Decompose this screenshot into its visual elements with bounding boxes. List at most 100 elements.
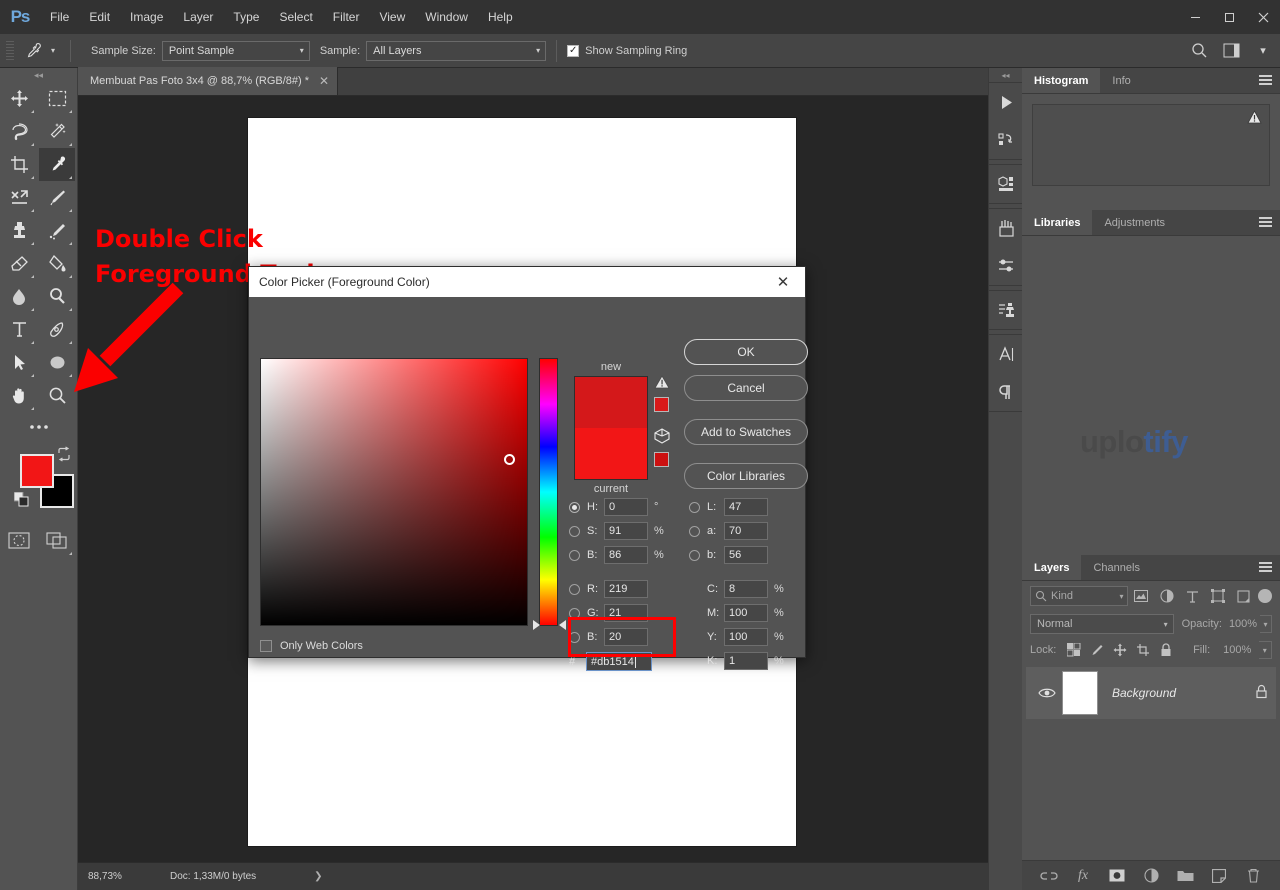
new-group-icon[interactable] xyxy=(1176,867,1194,885)
pen-tool[interactable] xyxy=(39,313,75,346)
adjustment-layer-icon[interactable] xyxy=(1142,867,1160,885)
status-expand-icon[interactable]: ❯ xyxy=(314,871,322,882)
hue-slider-handle-right[interactable] xyxy=(559,620,566,630)
green-input[interactable]: 21 xyxy=(604,604,648,622)
blue-radio[interactable] xyxy=(569,631,580,643)
panel-menu-icon[interactable] xyxy=(1259,217,1272,228)
quick-mask-icon[interactable] xyxy=(1,524,37,557)
current-color-swatch[interactable] xyxy=(574,428,648,480)
3d-icon[interactable] xyxy=(989,165,1023,203)
menu-view[interactable]: View xyxy=(369,0,415,34)
ellipse-shape-tool[interactable] xyxy=(39,346,75,379)
zoom-level-field[interactable]: 88,73% xyxy=(84,867,136,886)
tab-histogram[interactable]: Histogram xyxy=(1022,68,1101,93)
lab-a-radio[interactable] xyxy=(689,525,700,537)
saturation-radio[interactable] xyxy=(569,525,580,537)
document-close-icon[interactable]: ✕ xyxy=(319,75,329,87)
shape-filter-icon[interactable] xyxy=(1205,585,1231,607)
blur-tool[interactable] xyxy=(1,280,37,313)
lab-a-input[interactable]: 70 xyxy=(724,522,768,540)
sample-size-select[interactable]: Point Sample ▾ xyxy=(161,40,310,61)
adjustment-filter-icon[interactable] xyxy=(1154,585,1180,607)
add-to-swatches-button[interactable]: Add to Swatches xyxy=(684,419,808,445)
minimize-icon[interactable] xyxy=(1178,0,1212,34)
lab-b-input[interactable]: 56 xyxy=(724,546,768,564)
magic-wand-tool[interactable] xyxy=(39,115,75,148)
filter-toggle-switch[interactable] xyxy=(1258,589,1273,603)
options-bar-grip[interactable] xyxy=(6,40,14,61)
brightness-radio[interactable] xyxy=(569,549,580,561)
menu-filter[interactable]: Filter xyxy=(323,0,370,34)
blue-input[interactable]: 20 xyxy=(604,628,648,646)
delete-layer-icon[interactable] xyxy=(1244,867,1262,885)
move-tool[interactable] xyxy=(1,82,37,115)
magenta-input[interactable]: 100 xyxy=(724,604,768,622)
menu-type[interactable]: Type xyxy=(223,0,269,34)
swap-colors-icon[interactable] xyxy=(56,446,72,462)
fill-value[interactable]: 100% xyxy=(1220,641,1258,659)
tool-preset-chevron-icon[interactable]: ▾ xyxy=(46,39,60,63)
lock-transparent-icon[interactable] xyxy=(1062,639,1085,661)
history-icon[interactable] xyxy=(989,121,1023,159)
lock-position-icon[interactable] xyxy=(1108,639,1131,661)
tab-layers[interactable]: Layers xyxy=(1022,555,1082,580)
clone-source-icon[interactable] xyxy=(989,291,1023,329)
saturation-brightness-field[interactable] xyxy=(260,358,528,626)
edit-toolbar-button[interactable] xyxy=(2,412,76,442)
out-of-gamut-warning-icon[interactable] xyxy=(654,375,674,392)
lock-image-icon[interactable] xyxy=(1085,639,1108,661)
lasso-tool[interactable] xyxy=(1,115,37,148)
rectangular-marquee-tool[interactable] xyxy=(39,82,75,115)
layer-name[interactable]: Background xyxy=(1112,686,1255,700)
fill-stepper-icon[interactable]: ▾ xyxy=(1258,641,1272,659)
brush-tool[interactable] xyxy=(39,181,75,214)
gradient-tool[interactable] xyxy=(39,247,75,280)
zoom-tool[interactable] xyxy=(39,379,75,412)
brush-settings-icon[interactable] xyxy=(989,247,1023,285)
hue-slider-handle-left[interactable] xyxy=(533,620,540,630)
red-radio[interactable] xyxy=(569,583,580,595)
path-selection-tool[interactable] xyxy=(1,346,37,379)
red-input[interactable]: 219 xyxy=(604,580,648,598)
healing-brush-tool[interactable] xyxy=(1,181,37,214)
type-filter-icon[interactable] xyxy=(1180,585,1206,607)
eraser-tool[interactable] xyxy=(1,247,37,280)
screen-mode-icon[interactable] xyxy=(39,524,75,557)
type-tool[interactable] xyxy=(1,313,37,346)
layer-style-fx-icon[interactable]: fx xyxy=(1074,867,1092,885)
character-panel-icon[interactable] xyxy=(989,335,1023,373)
foreground-color-swatch[interactable] xyxy=(20,454,54,488)
hue-input[interactable]: 0 xyxy=(604,498,648,516)
smart-object-filter-icon[interactable] xyxy=(1231,585,1257,607)
layer-thumbnail[interactable] xyxy=(1062,671,1098,715)
history-brush-tool[interactable] xyxy=(39,214,75,247)
tab-channels[interactable]: Channels xyxy=(1081,555,1152,580)
yellow-input[interactable]: 100 xyxy=(724,628,768,646)
link-layers-icon[interactable] xyxy=(1040,867,1058,885)
panel-menu-icon[interactable] xyxy=(1259,75,1272,86)
cyan-input[interactable]: 8 xyxy=(724,580,768,598)
saturation-input[interactable]: 91 xyxy=(604,522,648,540)
menu-help[interactable]: Help xyxy=(478,0,523,34)
search-icon[interactable] xyxy=(1186,39,1212,63)
lock-all-icon[interactable] xyxy=(1154,639,1177,661)
show-sampling-ring-checkbox[interactable]: ✓ Show Sampling Ring xyxy=(567,44,687,57)
hue-slider-strip[interactable] xyxy=(539,358,558,626)
color-field-marker[interactable] xyxy=(504,454,515,465)
warning-triangle-icon[interactable] xyxy=(1247,110,1262,127)
workspace-switcher-icon[interactable] xyxy=(1218,39,1244,63)
opacity-value[interactable]: 100% xyxy=(1226,615,1260,633)
opacity-stepper-icon[interactable]: ▾ xyxy=(1260,615,1272,633)
rail-grip[interactable]: ◂◂ xyxy=(989,68,1022,82)
hue-radio[interactable] xyxy=(569,501,580,513)
lab-l-radio[interactable] xyxy=(689,501,700,513)
tab-libraries[interactable]: Libraries xyxy=(1022,210,1093,235)
tab-adjustments[interactable]: Adjustments xyxy=(1092,210,1177,235)
dodge-tool[interactable] xyxy=(39,280,75,313)
layer-lock-icon[interactable] xyxy=(1255,684,1268,702)
lock-artboard-icon[interactable] xyxy=(1131,639,1154,661)
eyedropper-icon[interactable] xyxy=(20,39,46,63)
layer-filter-select[interactable]: Kind ▾ xyxy=(1030,586,1129,606)
sample-select[interactable]: All Layers ▾ xyxy=(366,40,547,61)
add-mask-icon[interactable] xyxy=(1108,867,1126,885)
